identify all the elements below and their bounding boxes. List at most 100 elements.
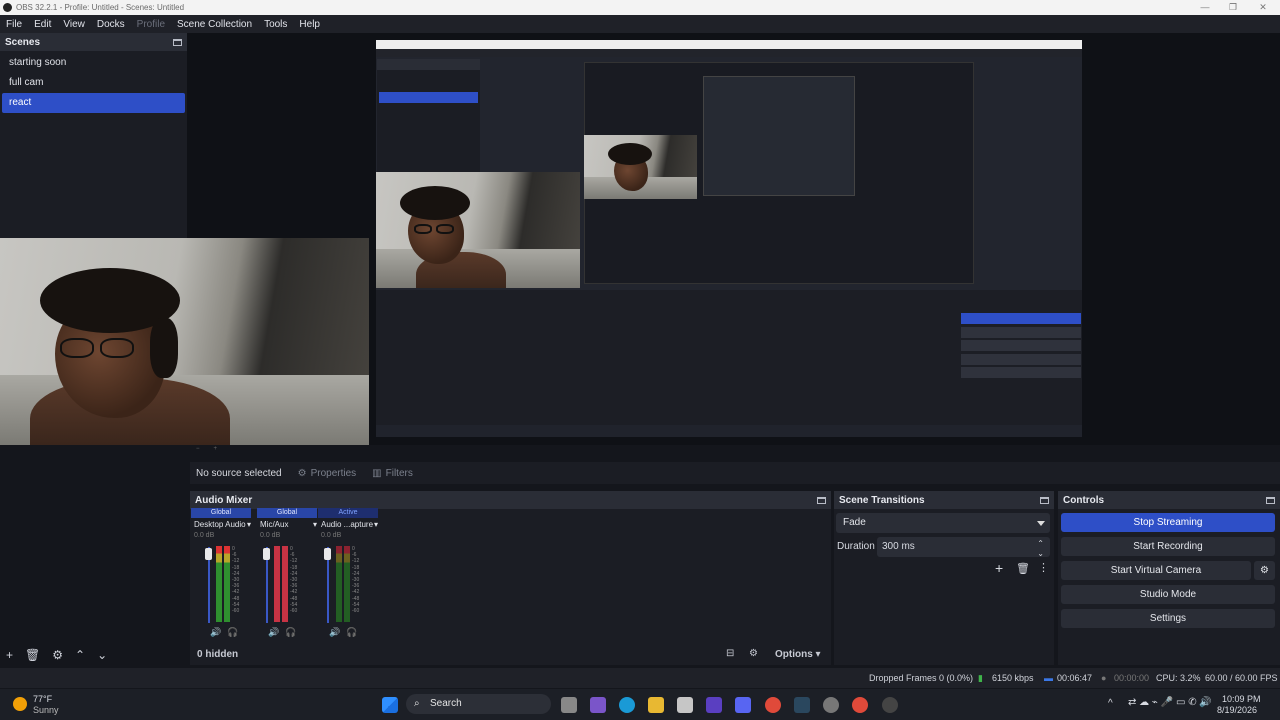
- add-scene-icon[interactable]: +: [6, 648, 13, 662]
- clock-time[interactable]: 10:09 PM: [1222, 694, 1261, 704]
- undock-icon[interactable]: [1040, 496, 1049, 504]
- add-transition-icon[interactable]: +: [995, 560, 1003, 576]
- meter-tick: -42: [232, 589, 240, 596]
- menu-scene-collection[interactable]: Scene Collection: [171, 19, 258, 30]
- weather-temp[interactable]: 77°F: [33, 694, 52, 704]
- steam-icon[interactable]: [794, 697, 810, 713]
- channel-name-dropdown[interactable]: Mic/Aux ▾: [257, 518, 317, 532]
- weather-desc[interactable]: Sunny: [33, 705, 59, 715]
- properties-button[interactable]: ⚙ Properties: [298, 468, 357, 479]
- audio-mixer-title: Audio Mixer: [195, 494, 253, 506]
- headphones-icon[interactable]: 🎧: [285, 627, 296, 638]
- file-explorer-icon[interactable]: [648, 697, 664, 713]
- gear-icon: ⚙: [1260, 565, 1269, 576]
- mixer-channel-desktop: Global Desktop Audio ▾ 0.0 dB: [191, 508, 251, 542]
- meter-tick: -12: [290, 558, 298, 565]
- level-meter: [336, 546, 342, 622]
- chrome-icon[interactable]: [765, 697, 781, 713]
- close-icon[interactable]: ✕: [1248, 0, 1278, 15]
- advanced-audio-icon[interactable]: ⚙: [749, 648, 758, 659]
- more-options-icon[interactable]: ⋮: [1038, 561, 1049, 574]
- chrome-icon[interactable]: [852, 697, 868, 713]
- transition-select[interactable]: Fade: [836, 513, 1050, 533]
- menu-edit[interactable]: Edit: [28, 19, 57, 30]
- remove-scene-icon[interactable]: 🗑: [25, 648, 40, 662]
- scenes-dock-header: Scenes: [0, 33, 187, 51]
- menu-tools[interactable]: Tools: [258, 19, 293, 30]
- meter-tick: -18: [352, 564, 360, 571]
- zoom-out-icon[interactable]: −: [196, 446, 200, 456]
- undock-icon[interactable]: [817, 496, 826, 504]
- filters-button[interactable]: ▥ Filters: [372, 468, 413, 479]
- start-recording-button[interactable]: Start Recording: [1061, 537, 1275, 556]
- scene-item-starting-soon[interactable]: starting soon: [2, 53, 185, 73]
- remove-transition-icon[interactable]: 🗑: [1016, 562, 1030, 575]
- menu-help[interactable]: Help: [293, 19, 326, 30]
- window-titlebar: OBS 32.2.1 - Profile: Untitled - Scenes:…: [0, 0, 1280, 15]
- scene-item-react[interactable]: react: [2, 93, 185, 113]
- move-up-icon[interactable]: ⌃: [75, 648, 85, 662]
- settings-button[interactable]: Settings: [1061, 609, 1275, 628]
- tray-icons[interactable]: ⇄ ☁ ⌁ 🎤 ▭ ✆ 🔊: [1128, 697, 1212, 708]
- menu-file[interactable]: File: [0, 19, 28, 30]
- headphones-icon[interactable]: 🎧: [227, 627, 238, 638]
- layout-icon[interactable]: ⊟: [726, 648, 734, 659]
- gear-icon: ⚙: [297, 467, 307, 479]
- channel-name-dropdown[interactable]: Audio ...apture ▾: [318, 518, 378, 532]
- obs-taskbar-icon[interactable]: [882, 697, 898, 713]
- stream-icon: ▬: [1044, 673, 1053, 683]
- duration-input[interactable]: 300 ms ⌃ ⌄: [877, 537, 1050, 558]
- studio-mode-button[interactable]: Studio Mode: [1061, 585, 1275, 604]
- discord-icon[interactable]: [735, 697, 751, 713]
- copilot-icon[interactable]: [590, 697, 606, 713]
- meter-tick: -12: [232, 558, 240, 565]
- speaker-icon[interactable]: 🔊: [268, 627, 279, 638]
- task-view-icon[interactable]: [561, 697, 577, 713]
- source-toolbar: No source selected ⚙ Properties ▥ Filter…: [190, 462, 1280, 484]
- edge-icon[interactable]: [619, 697, 635, 713]
- menu-view[interactable]: View: [57, 19, 91, 30]
- tray-chevron-icon[interactable]: ^: [1108, 698, 1113, 709]
- settings-app-icon[interactable]: [823, 697, 839, 713]
- minimize-icon[interactable]: —: [1190, 0, 1220, 15]
- maximize-icon[interactable]: ❐: [1218, 0, 1248, 15]
- scene-settings-icon[interactable]: ⚙: [52, 648, 63, 662]
- speaker-icon[interactable]: 🔊: [210, 627, 221, 638]
- webcam-source-large: [0, 238, 369, 445]
- undock-icon[interactable]: [1266, 496, 1275, 504]
- chevron-down-icon: [1037, 521, 1045, 526]
- no-source-label: No source selected: [196, 467, 282, 479]
- menu-profile[interactable]: Profile: [131, 19, 171, 30]
- fader-knob[interactable]: [324, 548, 331, 560]
- store-icon[interactable]: [677, 697, 693, 713]
- start-virtual-camera-button[interactable]: Start Virtual Camera: [1061, 561, 1251, 580]
- headphones-icon[interactable]: 🎧: [346, 627, 357, 638]
- speaker-icon[interactable]: 🔊: [329, 627, 340, 638]
- apps-icon[interactable]: [706, 697, 722, 713]
- audio-mixer-header: Audio Mixer: [190, 491, 831, 509]
- zoom-in-icon[interactable]: +: [214, 446, 218, 456]
- undock-icon[interactable]: [173, 38, 182, 46]
- webcam-source-medium: [376, 172, 580, 288]
- options-button[interactable]: Options ▾: [775, 649, 821, 660]
- meter-tick: -60: [352, 608, 360, 615]
- signal-icon: ▮: [978, 673, 983, 683]
- fader-knob[interactable]: [263, 548, 270, 560]
- virtual-camera-settings-button[interactable]: ⚙: [1254, 561, 1275, 580]
- search-icon: ⌕: [414, 698, 420, 709]
- scene-item-full-cam[interactable]: full cam: [2, 73, 185, 93]
- channel-name-dropdown[interactable]: Desktop Audio ▾: [191, 518, 251, 532]
- scenes-dock: Scenes starting soon full cam react: [0, 33, 187, 238]
- obs-logo-icon: [3, 3, 12, 12]
- stop-streaming-button[interactable]: Stop Streaming: [1061, 513, 1275, 532]
- nested-inner-preview: [703, 76, 855, 196]
- menu-docks[interactable]: Docks: [91, 19, 131, 30]
- fader-knob[interactable]: [205, 548, 212, 560]
- taskbar-search[interactable]: ⌕ Search: [406, 694, 551, 714]
- clock-date[interactable]: 8/19/2026: [1217, 705, 1257, 715]
- menu-bar: File Edit View Docks Profile Scene Colle…: [0, 15, 1280, 33]
- windows-start-icon[interactable]: [382, 697, 398, 713]
- level-meter: [344, 546, 350, 622]
- mixer-channel-audio-capture: Active Audio ...apture ▾ 0.0 dB: [318, 508, 378, 542]
- move-down-icon[interactable]: ⌄: [97, 648, 107, 662]
